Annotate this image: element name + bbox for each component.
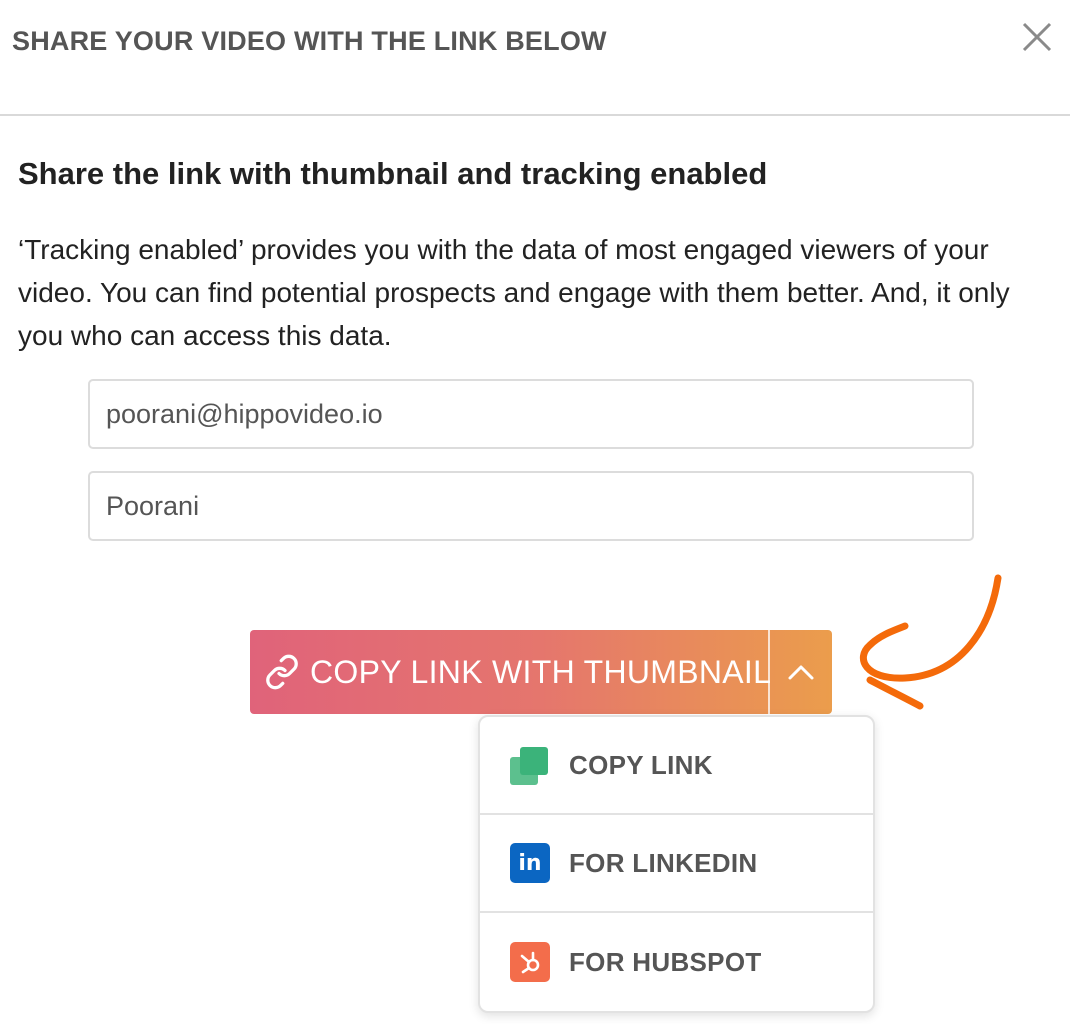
dropdown-item-label: FOR LINKEDIN — [569, 847, 758, 878]
dropdown-item-label: FOR HUBSPOT — [569, 946, 762, 977]
linkedin-icon: in — [509, 842, 551, 884]
copy-link-with-thumbnail-label: COPY LINK WITH THUMBNAIL — [310, 653, 772, 690]
copy-icon — [509, 744, 551, 786]
share-options-dropdown: COPY LINK in FOR LINKEDIN FOR HUBSPOT — [478, 715, 875, 1013]
copy-link-with-thumbnail-button[interactable]: COPY LINK WITH THUMBNAIL — [250, 630, 772, 714]
hubspot-icon — [509, 941, 551, 983]
chevron-up-icon — [788, 665, 814, 680]
name-field[interactable] — [88, 471, 974, 541]
dropdown-toggle-button[interactable] — [770, 630, 832, 714]
copy-link-split-button: COPY LINK WITH THUMBNAIL — [250, 630, 832, 714]
dropdown-item-label: COPY LINK — [569, 749, 713, 780]
section-description: ‘Tracking enabled’ provides you with the… — [18, 234, 1010, 351]
modal-title: SHARE YOUR VIDEO WITH THE LINK BELOW — [12, 26, 607, 56]
dropdown-item-linkedin[interactable]: in FOR LINKEDIN — [480, 815, 873, 913]
modal-header: SHARE YOUR VIDEO WITH THE LINK BELOW — [0, 0, 1070, 116]
dropdown-item-hubspot[interactable]: FOR HUBSPOT — [480, 913, 873, 1011]
close-icon — [1022, 22, 1052, 52]
dropdown-item-copy-link[interactable]: COPY LINK — [480, 717, 873, 815]
close-button[interactable] — [1018, 18, 1056, 56]
link-icon — [264, 653, 300, 691]
section-heading: Share the link with thumbnail and tracki… — [18, 156, 768, 191]
arrow-annotation-icon — [859, 574, 1002, 710]
email-field[interactable] — [88, 379, 974, 449]
